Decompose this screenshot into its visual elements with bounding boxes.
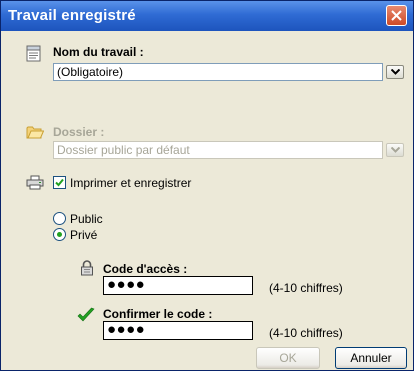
lock-icon: [81, 260, 93, 276]
folder-value: Dossier public par défaut: [57, 143, 190, 157]
radio-private-label[interactable]: Privé: [70, 228, 97, 242]
confirm-code-hint: (4-10 chiffres): [269, 326, 343, 340]
chevron-down-icon: [391, 69, 400, 75]
radio-selected-dot: [57, 232, 62, 237]
folder-select: Dossier public par défaut: [53, 141, 383, 159]
job-document-icon: [26, 45, 41, 62]
access-code-label: Code d'accès :: [103, 262, 188, 276]
radio-public[interactable]: [53, 212, 66, 225]
ok-button[interactable]: OK: [256, 347, 320, 369]
access-code-hint: (4-10 chiffres): [269, 281, 343, 295]
window-title: Travail enregistré: [8, 7, 136, 24]
cancel-button[interactable]: Annuler: [335, 347, 407, 369]
job-name-label: Nom du travail :: [53, 45, 144, 59]
access-code-input[interactable]: ●●●●: [103, 276, 253, 295]
close-button[interactable]: [386, 5, 407, 26]
printer-icon: [26, 175, 44, 190]
job-name-value: (Obligatoire): [57, 65, 124, 79]
radio-public-label[interactable]: Public: [70, 212, 103, 226]
confirm-code-label: Confirmer le code :: [103, 307, 213, 321]
confirm-code-input[interactable]: ●●●●: [103, 321, 253, 340]
print-and-save-label[interactable]: Imprimer et enregistrer: [70, 176, 191, 190]
checkmark-icon: [77, 307, 95, 322]
folder-label: Dossier :: [53, 125, 105, 139]
chevron-down-icon: [391, 147, 400, 153]
job-name-input[interactable]: (Obligatoire): [53, 63, 383, 81]
job-name-dropdown-button[interactable]: [386, 65, 404, 79]
print-and-save-checkbox[interactable]: [53, 176, 66, 189]
close-icon: [391, 10, 402, 21]
checkbox-check-icon: [55, 178, 64, 187]
confirm-code-value: ●●●●: [107, 321, 146, 338]
title-bar[interactable]: Travail enregistré: [1, 1, 413, 31]
radio-private[interactable]: [53, 228, 66, 241]
access-code-value: ●●●●: [107, 276, 146, 293]
folder-dropdown-button: [386, 143, 404, 157]
saved-job-dialog: Travail enregistré Nom du travail : (Obl…: [0, 0, 414, 371]
folder-icon: [26, 126, 44, 139]
